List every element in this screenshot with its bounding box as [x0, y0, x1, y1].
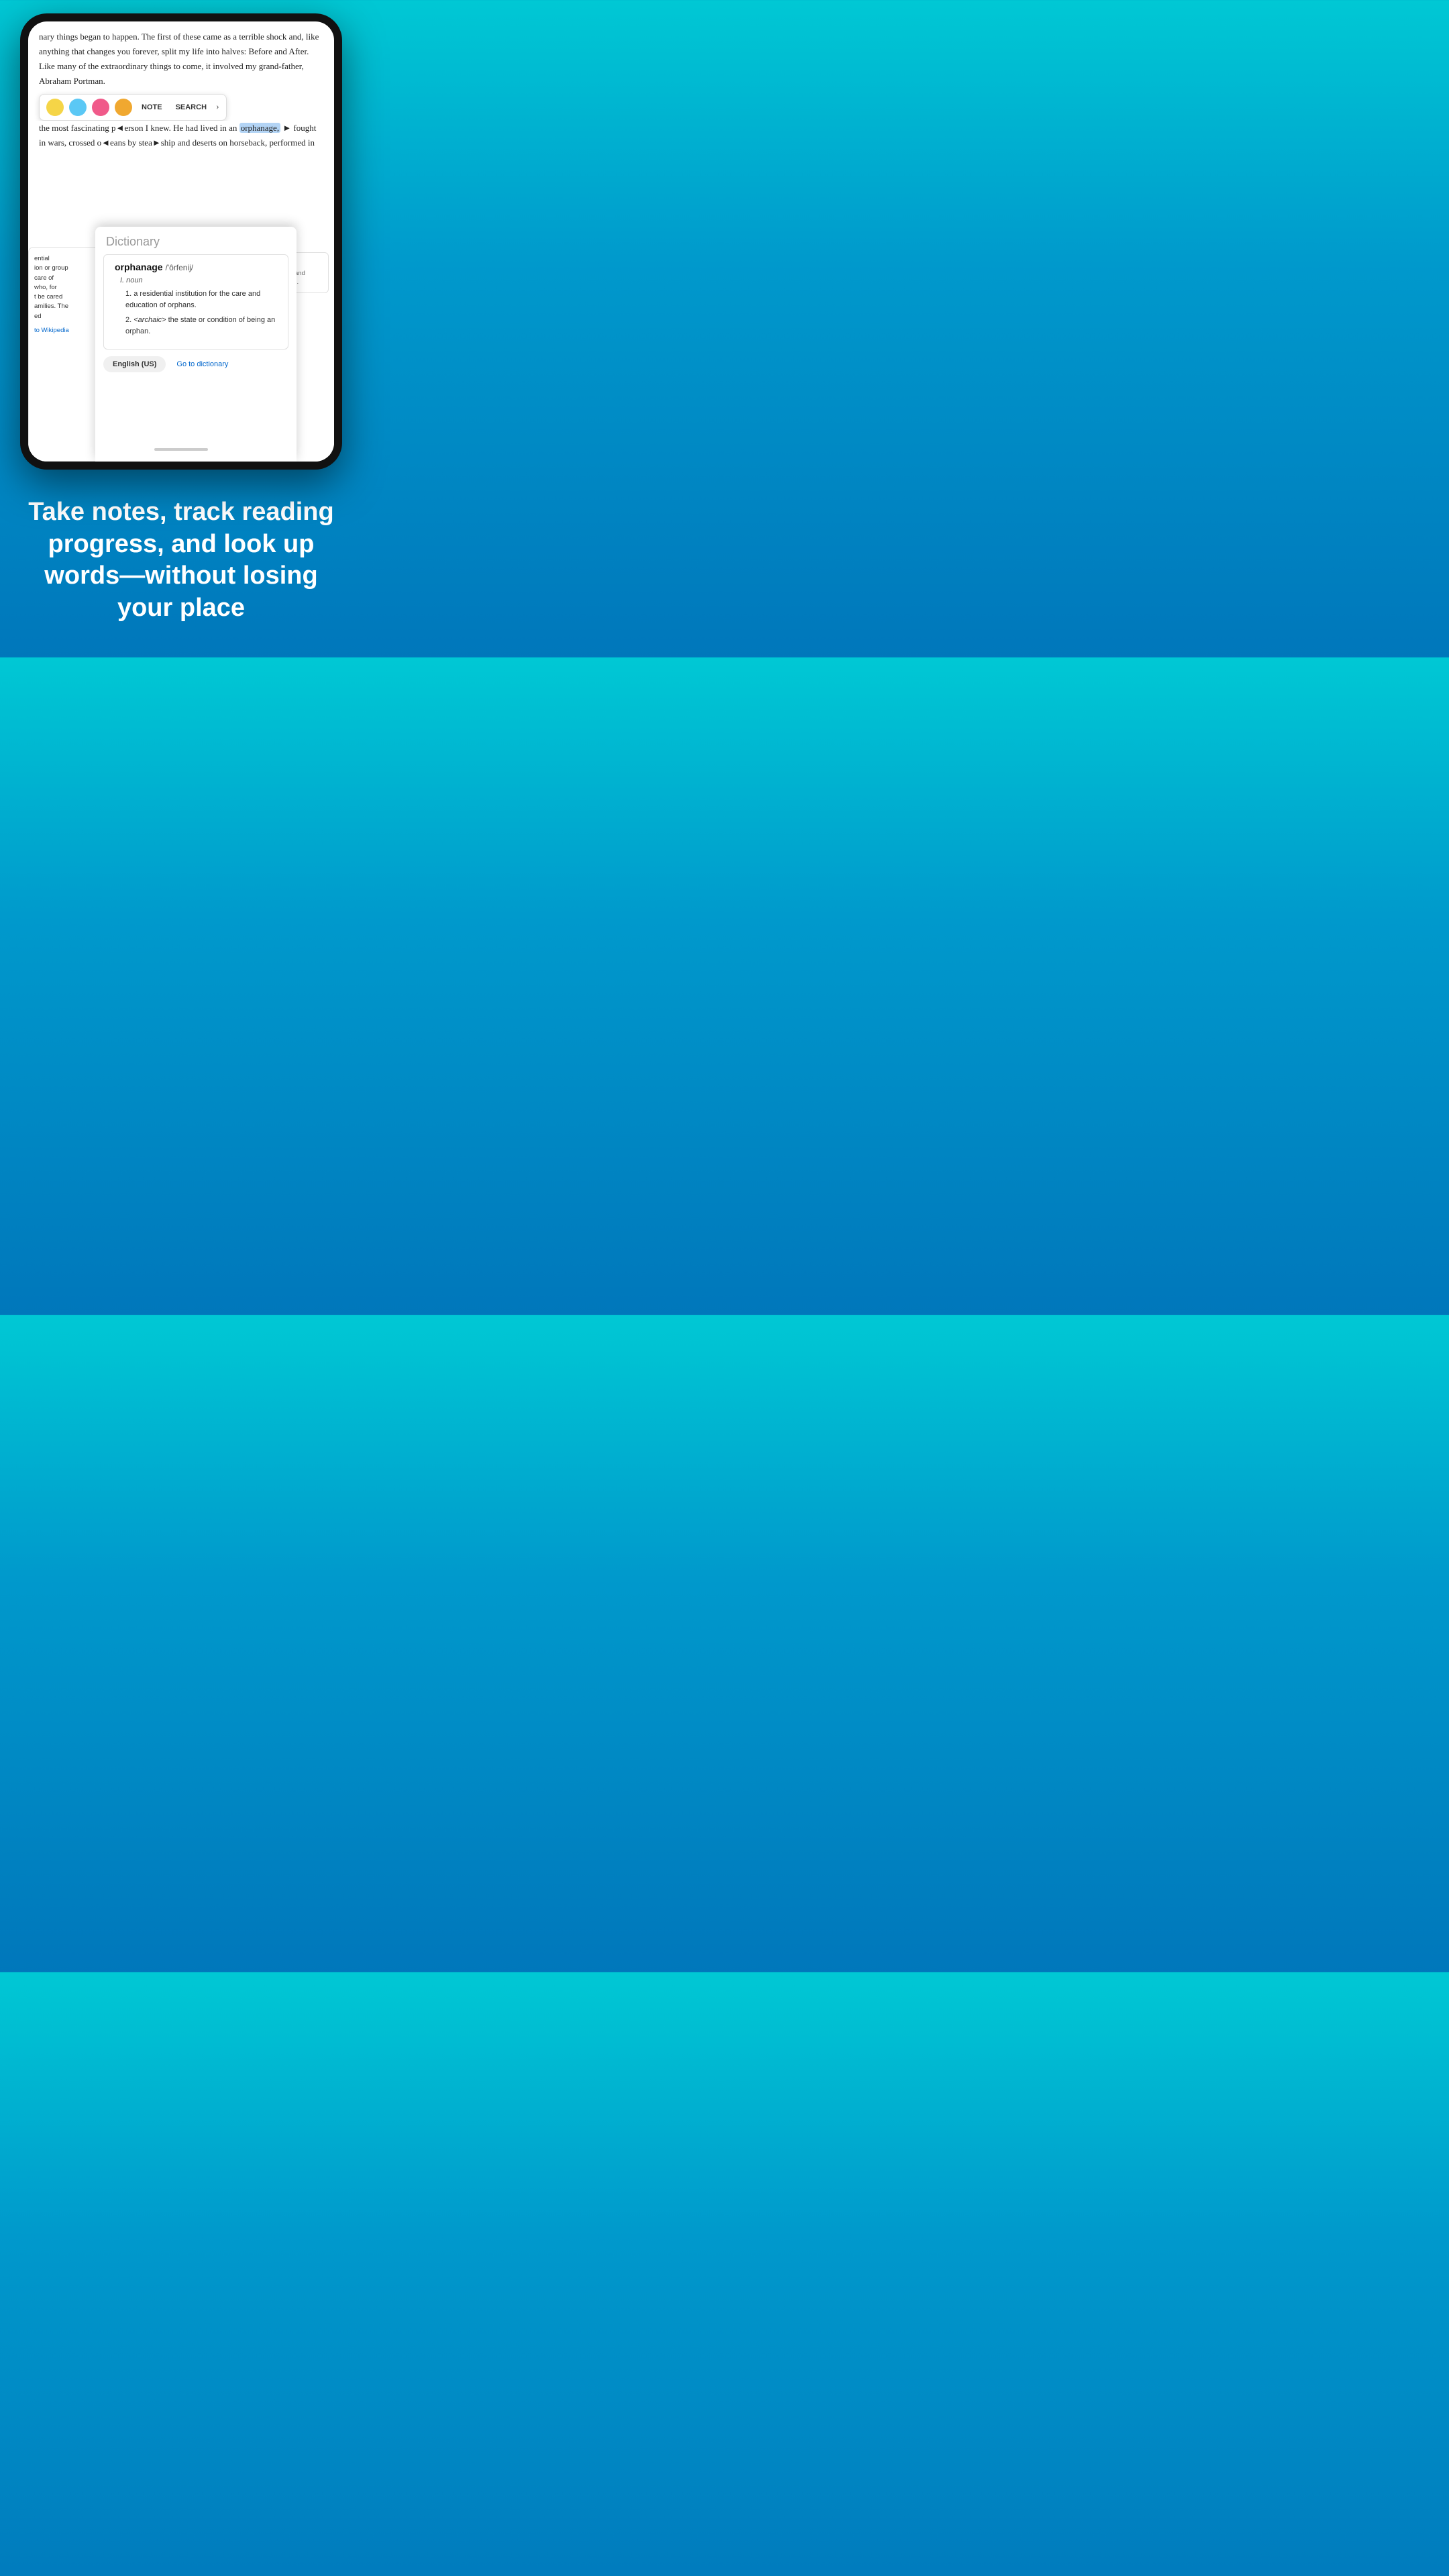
- wikipedia-link[interactable]: to Wikipedia: [34, 327, 96, 334]
- book-text-after-cursor: erson I knew. He had lived in an: [124, 123, 239, 133]
- word-phonetic: /'ôrfenij/: [165, 263, 193, 272]
- color-blue[interactable]: [69, 99, 87, 116]
- tagline-section: Take notes, track reading progress, and …: [0, 470, 362, 657]
- book-text-middle2: ◄: [101, 138, 110, 148]
- color-orange[interactable]: [115, 99, 132, 116]
- highlighted-word: orphanage,: [239, 123, 280, 133]
- book-text-cursor3: ►: [152, 138, 161, 148]
- book-text-middle3: eans by stea: [110, 138, 152, 148]
- def-number-1: 1.: [125, 290, 131, 298]
- book-text-middle: the most fascinating p◄erson I knew. He …: [28, 121, 334, 150]
- tagline-text: Take notes, track reading progress, and …: [20, 496, 342, 624]
- dictionary-footer: English (US) Go to dictionary: [95, 350, 297, 379]
- more-options-button[interactable]: ›: [216, 102, 219, 113]
- dictionary-panel: Dictionary orphanage /'ôrfenij/ I. noun …: [95, 227, 297, 462]
- def-text-1: a residential institution for the care a…: [125, 290, 260, 309]
- go-to-dictionary-button[interactable]: Go to dictionary: [171, 356, 233, 372]
- phone-screen: nary things began to happen. The first o…: [28, 21, 334, 462]
- dictionary-content: orphanage /'ôrfenij/ I. noun 1. a reside…: [103, 254, 288, 350]
- word-text: orphanage: [115, 262, 163, 272]
- color-yellow[interactable]: [46, 99, 64, 116]
- book-text-before-highlight: the most fascinating p: [39, 123, 115, 133]
- dictionary-header: Dictionary: [95, 227, 297, 254]
- highlight-toolbar: NOTE SEARCH ›: [39, 94, 227, 121]
- def-archaic-label: <archaic>: [133, 316, 166, 324]
- def-number-2: 2.: [125, 316, 131, 324]
- note-button[interactable]: NOTE: [138, 102, 166, 113]
- part-of-speech: I. noun: [115, 275, 277, 288]
- color-pink[interactable]: [92, 99, 109, 116]
- search-button[interactable]: SEARCH: [172, 102, 211, 113]
- dictionary-word: orphanage /'ôrfenij/: [115, 255, 277, 275]
- home-indicator: [154, 448, 208, 451]
- wikipedia-panel: ential ion or group care of who, for t b…: [28, 247, 102, 462]
- definition-1: 1. a residential institution for the car…: [115, 288, 277, 315]
- wiki-text-content: ential ion or group care of who, for t b…: [34, 254, 96, 321]
- book-text-cursor-left: ◄: [115, 123, 124, 133]
- book-paragraph-top: nary things began to happen. The first o…: [39, 32, 319, 86]
- panels-area: ential ion or group care of who, for t b…: [28, 207, 334, 462]
- book-text-cursor-right: ►: [280, 123, 291, 133]
- book-text-top: nary things began to happen. The first o…: [28, 21, 334, 94]
- dictionary-language-button[interactable]: English (US): [103, 356, 166, 372]
- phone-frame: nary things began to happen. The first o…: [20, 13, 342, 470]
- book-text-ship: ship and deserts on horseback, performed…: [161, 138, 315, 148]
- definition-2: 2. <archaic> the state or condition of b…: [115, 315, 277, 341]
- phone-container: nary things began to happen. The first o…: [0, 0, 362, 470]
